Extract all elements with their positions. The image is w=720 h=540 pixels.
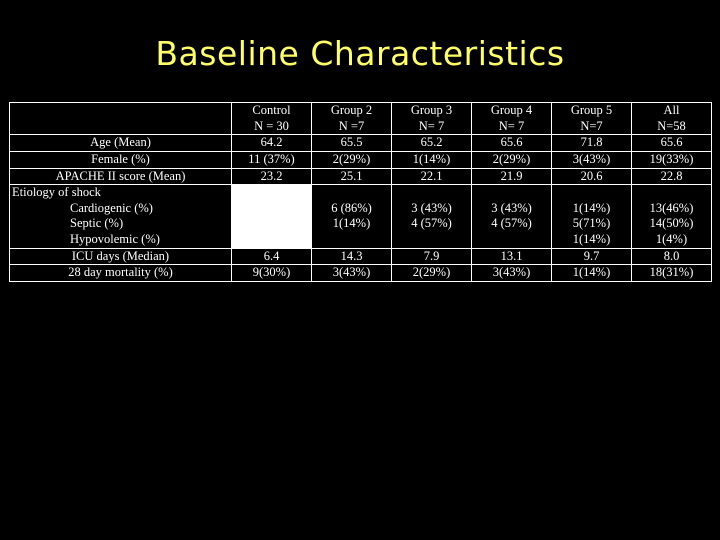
cell-age-group2: 65.5 (312, 135, 392, 152)
cell-female-control: 11 (37%) (232, 151, 312, 168)
header-line2: N= 7 (392, 119, 471, 135)
table-header-cell-group5: Group 5 N=7 (552, 103, 632, 135)
etiology-group5-septic: 5(71%) (552, 216, 631, 232)
cell-etiology-group5: 1(14%) 5(71%) 1(14%) (552, 185, 632, 249)
header-line1: Group 4 (491, 103, 532, 117)
table-row: Age (Mean) 64.2 65.5 65.2 65.6 71.8 65.6 (10, 135, 712, 152)
cell-female-group4: 2(29%) (472, 151, 552, 168)
cell-icu-group2: 14.3 (312, 248, 392, 265)
header-line1: Group 3 (411, 103, 452, 117)
cell-etiology-group4: 3 (43%) 4 (57%) (472, 185, 552, 249)
etiology-sub-cardiogenic: Cardiogenic (%) (70, 201, 231, 217)
row-label-female: Female (%) (10, 151, 232, 168)
header-line1: Group 2 (331, 103, 372, 117)
table-header-cell-group2: Group 2 N =7 (312, 103, 392, 135)
header-line2: N=58 (632, 119, 711, 135)
cell-apache-group4: 21.9 (472, 168, 552, 185)
table-header-cell-group3: Group 3 N= 7 (392, 103, 472, 135)
etiology-group2-cardiogenic: 6 (86%) (312, 201, 391, 217)
cell-age-group5: 71.8 (552, 135, 632, 152)
cell-apache-all: 22.8 (632, 168, 712, 185)
cell-icu-group5: 9.7 (552, 248, 632, 265)
cell-female-group2: 2(29%) (312, 151, 392, 168)
cell-etiology-control (232, 185, 312, 249)
header-line2: N=7 (552, 119, 631, 135)
etiology-heading: Etiology of shock (12, 185, 231, 201)
table-row: ICU days (Median) 6.4 14.3 7.9 13.1 9.7 … (10, 248, 712, 265)
table-header-cell-blank (10, 103, 232, 135)
etiology-group2-septic: 1(14%) (312, 216, 391, 232)
header-line2: N = 30 (232, 119, 311, 135)
cell-female-group5: 3(43%) (552, 151, 632, 168)
header-line1: All (664, 103, 680, 117)
etiology-sub-hypovolemic: Hypovolemic (%) (70, 232, 231, 248)
table-header-row: Control N = 30 Group 2 N =7 Group 3 N= 7… (10, 103, 712, 135)
etiology-group3-septic: 4 (57%) (392, 216, 471, 232)
cell-apache-group2: 25.1 (312, 168, 392, 185)
cell-mortality-group4: 3(43%) (472, 265, 552, 282)
etiology-group5-cardiogenic: 1(14%) (552, 201, 631, 217)
header-line2: N= 7 (472, 119, 551, 135)
cell-apache-group3: 22.1 (392, 168, 472, 185)
etiology-sub-septic: Septic (%) (70, 216, 231, 232)
page-title: Baseline Characteristics (0, 34, 720, 73)
cell-female-group3: 1(14%) (392, 151, 472, 168)
cell-icu-group4: 13.1 (472, 248, 552, 265)
row-label-age: Age (Mean) (10, 135, 232, 152)
cell-age-group3: 65.2 (392, 135, 472, 152)
table-row: Female (%) 11 (37%) 2(29%) 1(14%) 2(29%)… (10, 151, 712, 168)
cell-apache-group5: 20.6 (552, 168, 632, 185)
row-label-icu-days: ICU days (Median) (10, 248, 232, 265)
row-label-etiology: Etiology of shock Cardiogenic (%) Septic… (10, 185, 232, 249)
cell-etiology-group2: 6 (86%) 1(14%) (312, 185, 392, 249)
cell-mortality-control: 9(30%) (232, 265, 312, 282)
etiology-group5-hypovolemic: 1(14%) (552, 232, 631, 248)
cell-icu-all: 8.0 (632, 248, 712, 265)
cell-icu-group3: 7.9 (392, 248, 472, 265)
table-header-cell-all: All N=58 (632, 103, 712, 135)
cell-apache-control: 23.2 (232, 168, 312, 185)
cell-etiology-group3: 3 (43%) 4 (57%) (392, 185, 472, 249)
cell-mortality-group5: 1(14%) (552, 265, 632, 282)
table-row-etiology: Etiology of shock Cardiogenic (%) Septic… (10, 185, 712, 249)
header-line2: N =7 (312, 119, 391, 135)
etiology-group4-septic: 4 (57%) (472, 216, 551, 232)
row-label-apache: APACHE II score (Mean) (10, 168, 232, 185)
cell-mortality-group2: 3(43%) (312, 265, 392, 282)
row-label-mortality: 28 day mortality (%) (10, 265, 232, 282)
cell-mortality-all: 18(31%) (632, 265, 712, 282)
etiology-all-hypovolemic: 1(4%) (632, 232, 711, 248)
etiology-group3-cardiogenic: 3 (43%) (392, 201, 471, 217)
cell-female-all: 19(33%) (632, 151, 712, 168)
cell-icu-control: 6.4 (232, 248, 312, 265)
etiology-all-septic: 14(50%) (632, 216, 711, 232)
etiology-group4-cardiogenic: 3 (43%) (472, 201, 551, 217)
table-header-cell-control: Control N = 30 (232, 103, 312, 135)
cell-age-all: 65.6 (632, 135, 712, 152)
cell-age-group4: 65.6 (472, 135, 552, 152)
header-line1: Control (252, 103, 290, 117)
table-header-cell-group4: Group 4 N= 7 (472, 103, 552, 135)
cell-age-control: 64.2 (232, 135, 312, 152)
table-row: APACHE II score (Mean) 23.2 25.1 22.1 21… (10, 168, 712, 185)
etiology-all-cardiogenic: 13(46%) (632, 201, 711, 217)
table-row: 28 day mortality (%) 9(30%) 3(43%) 2(29%… (10, 265, 712, 282)
baseline-characteristics-table: Control N = 30 Group 2 N =7 Group 3 N= 7… (9, 102, 711, 282)
cell-mortality-group3: 2(29%) (392, 265, 472, 282)
slide: Baseline Characteristics Co (0, 0, 720, 540)
header-line1: Group 5 (571, 103, 612, 117)
cell-etiology-all: 13(46%) 14(50%) 1(4%) (632, 185, 712, 249)
